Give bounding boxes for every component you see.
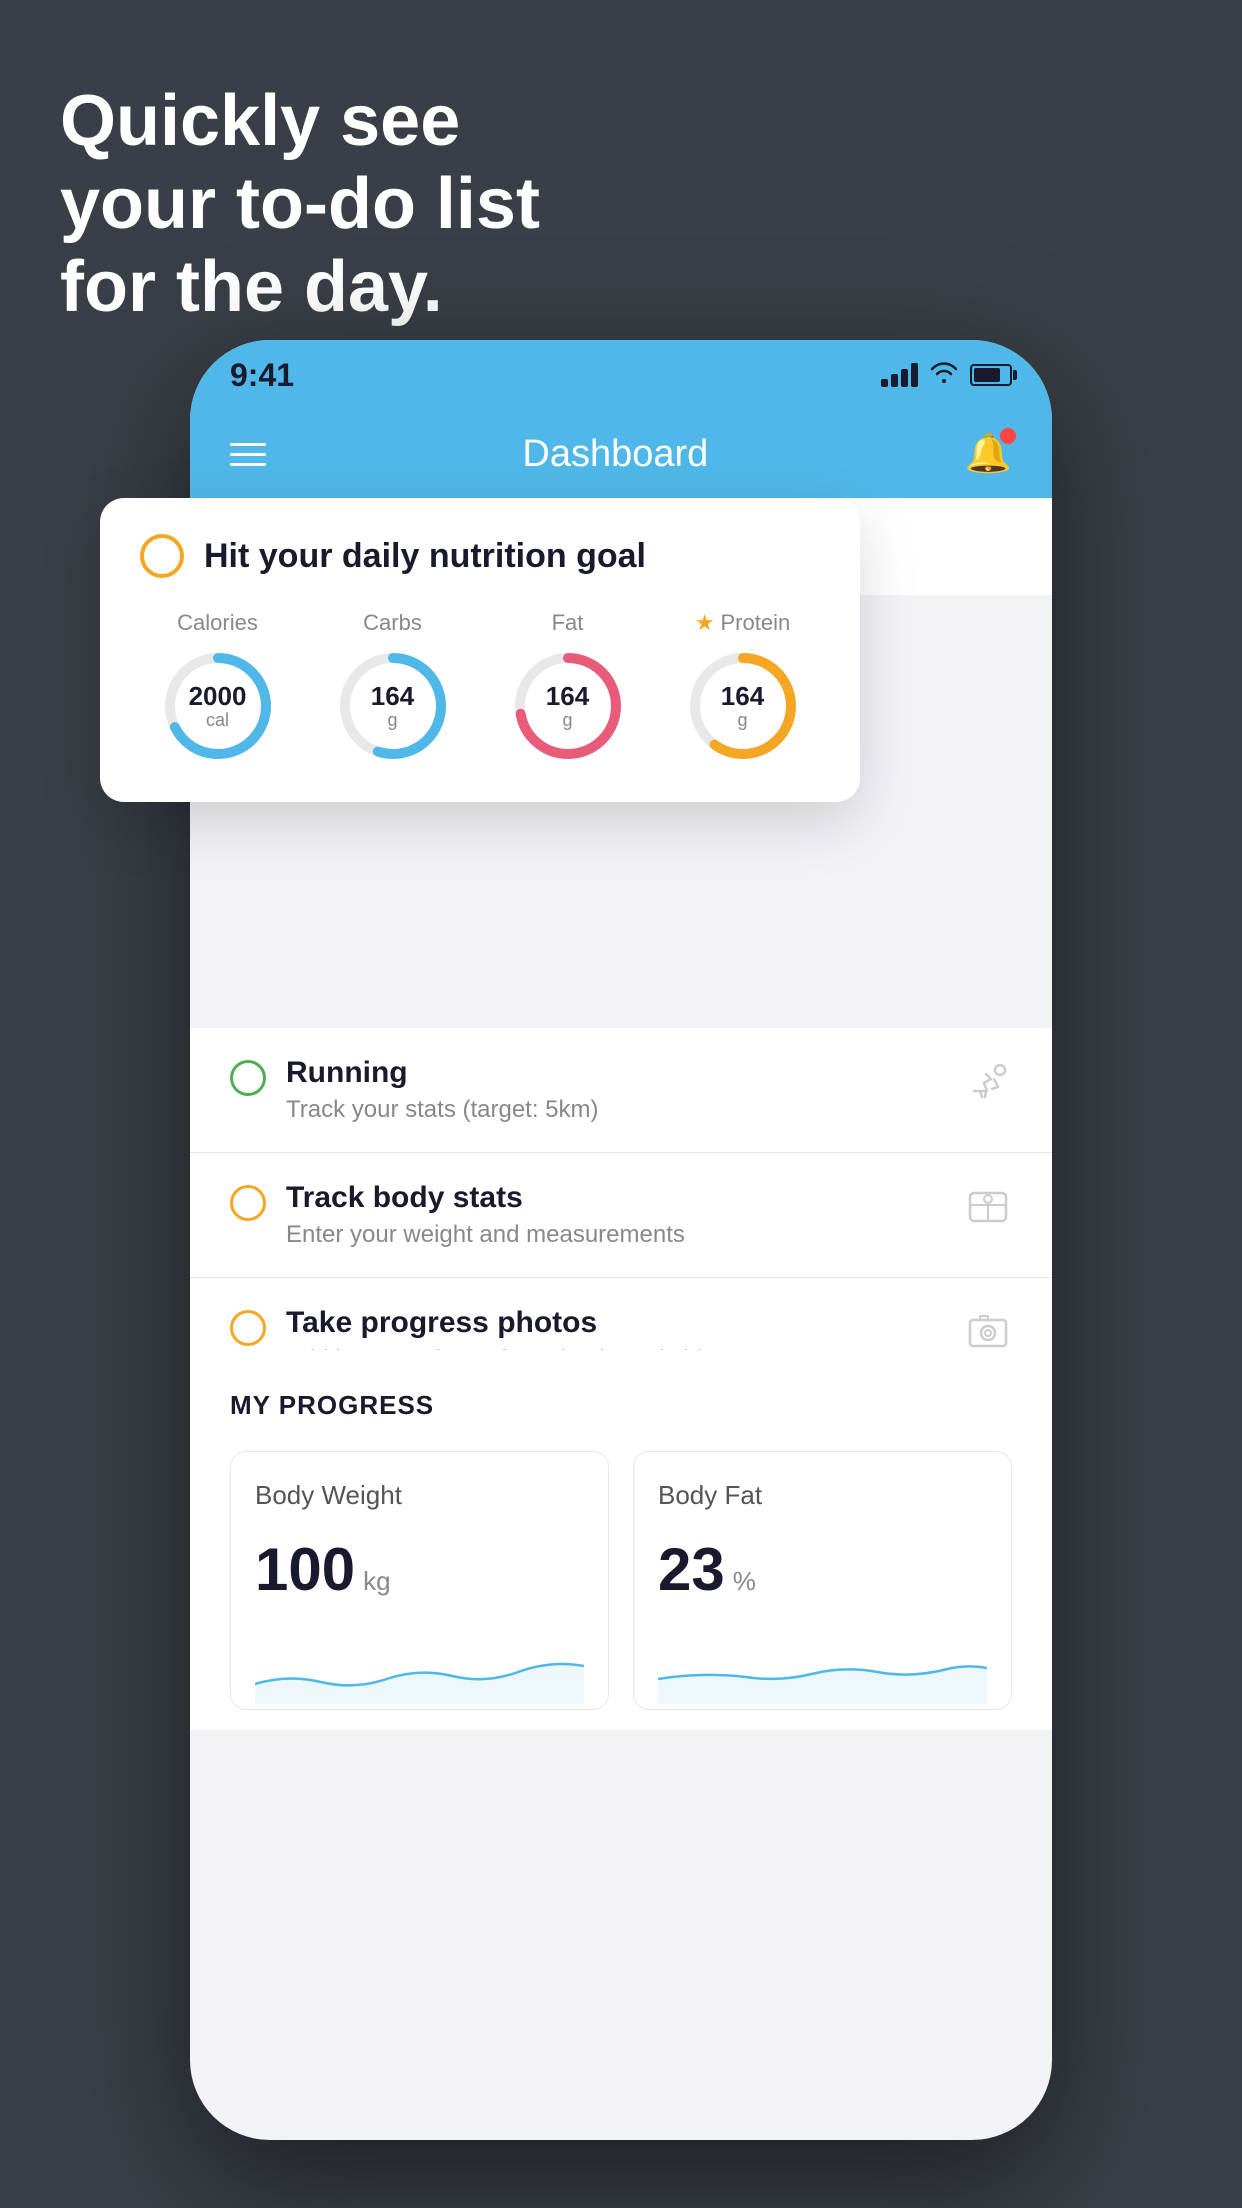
wifi-icon [930,361,958,390]
body-weight-label: Body Weight [255,1480,584,1511]
card-title: Hit your daily nutrition goal [204,537,646,576]
nutrition-card: Hit your daily nutrition goal Calories 2… [100,498,860,802]
carbs-label: Carbs [363,610,422,636]
task-title-body-stats: Track body stats [286,1181,944,1215]
nav-title: Dashboard [522,433,708,476]
task-text-body-stats: Track body stats Enter your weight and m… [286,1181,944,1249]
task-item-body-stats[interactable]: Track body stats Enter your weight and m… [190,1153,1052,1278]
body-fat-number: 23 [658,1535,725,1604]
nutrition-item-fat: Fat 164 g [508,610,628,766]
fat-label: Fat [552,610,584,636]
progress-section: MY PROGRESS Body Weight 100 kg Body Fat … [190,1350,1052,1770]
task-title-running: Running [286,1056,944,1090]
photo-icon [964,1308,1012,1356]
task-item-running[interactable]: Running Track your stats (target: 5km) [190,1028,1052,1153]
progress-cards: Body Weight 100 kg Body Fat 23 % [230,1451,1012,1710]
task-list: Running Track your stats (target: 5km) T… [190,1028,1052,1403]
nutrition-item-calories: Calories 2000 cal [158,610,278,766]
card-header: Hit your daily nutrition goal [140,534,820,578]
calories-donut: 2000 cal [158,646,278,766]
running-icon [964,1058,1012,1106]
status-time: 9:41 [230,357,294,394]
headline-text: Quickly see your to-do list for the day. [60,80,540,328]
fat-donut: 164 g [508,646,628,766]
progress-section-title: MY PROGRESS [230,1390,1012,1421]
task-subtitle-body-stats: Enter your weight and measurements [286,1221,944,1249]
body-fat-chart [658,1644,987,1704]
task-text-running: Running Track your stats (target: 5km) [286,1056,944,1124]
card-circle-indicator [140,534,184,578]
nutrition-grid: Calories 2000 cal Carbs [140,610,820,766]
calories-label: Calories [177,610,258,636]
carbs-donut: 164 g [333,646,453,766]
signal-icon [881,363,918,387]
body-fat-card: Body Fat 23 % [633,1451,1012,1710]
scale-icon [964,1183,1012,1231]
task-title-photos: Take progress photos [286,1306,944,1340]
protein-label: Protein [721,610,791,636]
body-fat-label: Body Fat [658,1480,987,1511]
task-subtitle-running: Track your stats (target: 5km) [286,1096,944,1124]
body-fat-value: 23 % [658,1535,987,1604]
nutrition-item-carbs: Carbs 164 g [333,610,453,766]
task-circle-photos [230,1310,266,1346]
protein-donut: 164 g [683,646,803,766]
body-weight-unit: kg [363,1566,390,1597]
body-weight-value: 100 kg [255,1535,584,1604]
notification-dot [1000,428,1016,444]
nav-bar: Dashboard 🔔 [190,410,1052,498]
hamburger-menu[interactable] [230,443,266,466]
body-weight-chart [255,1644,584,1704]
task-circle-body-stats [230,1185,266,1221]
task-circle-running [230,1060,266,1096]
nutrition-item-protein: ★ Protein 164 g [683,610,803,766]
body-weight-card: Body Weight 100 kg [230,1451,609,1710]
body-weight-number: 100 [255,1535,355,1604]
status-bar: 9:41 [190,340,1052,410]
status-icons [881,361,1012,390]
body-fat-unit: % [733,1566,756,1597]
battery-icon [970,364,1012,386]
protein-star-icon: ★ [695,610,715,636]
notification-bell-icon[interactable]: 🔔 [965,432,1012,476]
